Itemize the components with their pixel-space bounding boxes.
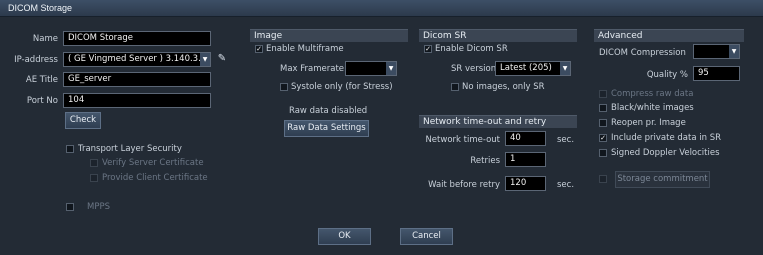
private-data-label: Include private data in SR — [611, 133, 721, 143]
sr-version-label: SR version — [451, 64, 497, 74]
storage-commitment-button: Storage commitment — [615, 171, 710, 188]
retries-label: Retries — [470, 156, 500, 166]
sr-version-value: Latest (205) — [500, 63, 552, 73]
compress-raw-checkbox — [599, 90, 607, 98]
ok-button[interactable]: OK — [318, 228, 371, 245]
bw-images-label: Black/white images — [611, 103, 694, 113]
ip-address-label: IP-address — [14, 55, 58, 65]
timeout-input[interactable]: 40 — [505, 131, 546, 146]
ae-title-label: AE Title — [25, 75, 58, 85]
storage-commit-checkbox — [599, 175, 607, 183]
port-label: Port No — [26, 96, 58, 106]
wait-label: Wait before retry — [428, 180, 500, 190]
verify-server-label: Verify Server Certificate — [102, 158, 204, 168]
doppler-label: Signed Doppler Velocities — [611, 148, 720, 158]
cancel-button[interactable]: Cancel — [400, 228, 453, 245]
ae-title-input[interactable]: GE_server — [63, 72, 211, 87]
systole-label: Systole only (for Stress) — [291, 82, 393, 92]
tls-checkbox[interactable] — [66, 145, 74, 153]
max-framerate-label: Max Framerate — [280, 64, 345, 74]
title-bar: DICOM Storage — [0, 0, 763, 17]
raw-data-settings-button[interactable]: Raw Data Settings — [284, 120, 369, 137]
private-data-checkbox[interactable]: ✓ — [599, 134, 607, 142]
chevron-down-icon[interactable]: ▼ — [560, 62, 570, 75]
compress-raw-label: Compress raw data — [611, 89, 694, 99]
ip-address-select[interactable]: ( GE Vingmed Server ) 3.140.3.90 ▼ — [63, 52, 211, 67]
window-title: DICOM Storage — [8, 3, 73, 13]
multiframe-label: Enable Multiframe — [266, 44, 344, 54]
reopen-checkbox[interactable] — [599, 119, 607, 127]
wait-unit: sec. — [557, 180, 575, 190]
timeout-label: Network time-out — [425, 135, 500, 145]
client-cert-checkbox — [90, 174, 98, 182]
port-input[interactable]: 104 — [63, 93, 211, 108]
multiframe-checkbox[interactable]: ✓ — [255, 45, 263, 53]
doppler-checkbox[interactable] — [599, 149, 607, 157]
mpps-label: MPPS — [87, 202, 110, 212]
client-cert-label: Provide Client Certificate — [102, 173, 208, 183]
max-framerate-select[interactable]: ▼ — [345, 61, 397, 76]
timeout-unit: sec. — [557, 135, 575, 145]
raw-disabled-label: Raw data disabled — [289, 106, 368, 116]
verify-server-checkbox — [90, 159, 98, 167]
tls-label: Transport Layer Security — [78, 144, 182, 154]
chevron-down-icon[interactable]: ▼ — [386, 62, 396, 75]
chevron-down-icon[interactable]: ▼ — [729, 45, 739, 58]
name-input[interactable]: DICOM Storage — [63, 31, 211, 46]
compression-select[interactable]: ▼ — [693, 44, 740, 59]
reopen-label: Reopen pr. Image — [611, 118, 686, 128]
quality-label: Quality % — [646, 70, 688, 80]
bw-images-checkbox[interactable] — [599, 104, 607, 112]
no-images-label: No images, only SR — [462, 82, 545, 92]
enable-sr-checkbox[interactable]: ✓ — [424, 45, 432, 53]
image-section-header: Image — [250, 29, 408, 42]
no-images-checkbox[interactable] — [451, 83, 459, 91]
advanced-section-header: Advanced — [594, 29, 744, 42]
systole-checkbox[interactable] — [280, 83, 288, 91]
check-button[interactable]: Check — [65, 112, 101, 129]
ip-address-value: ( GE Vingmed Server ) 3.140.3.90 — [68, 54, 211, 64]
pencil-icon[interactable]: ✎ — [216, 53, 228, 65]
chevron-down-icon[interactable]: ▼ — [200, 53, 210, 66]
mpps-checkbox[interactable] — [66, 203, 74, 211]
sr-version-select[interactable]: Latest (205) ▼ — [495, 61, 571, 76]
name-label: Name — [32, 34, 58, 44]
dicom-sr-section-header: Dicom SR — [419, 29, 577, 42]
retries-input[interactable]: 1 — [505, 152, 546, 167]
network-section-header: Network time-out and retry — [419, 115, 577, 128]
enable-sr-label: Enable Dicom SR — [435, 44, 508, 54]
compression-label: DICOM Compression — [599, 48, 686, 58]
wait-input[interactable]: 120 — [505, 176, 546, 191]
quality-input[interactable]: 95 — [693, 66, 740, 81]
